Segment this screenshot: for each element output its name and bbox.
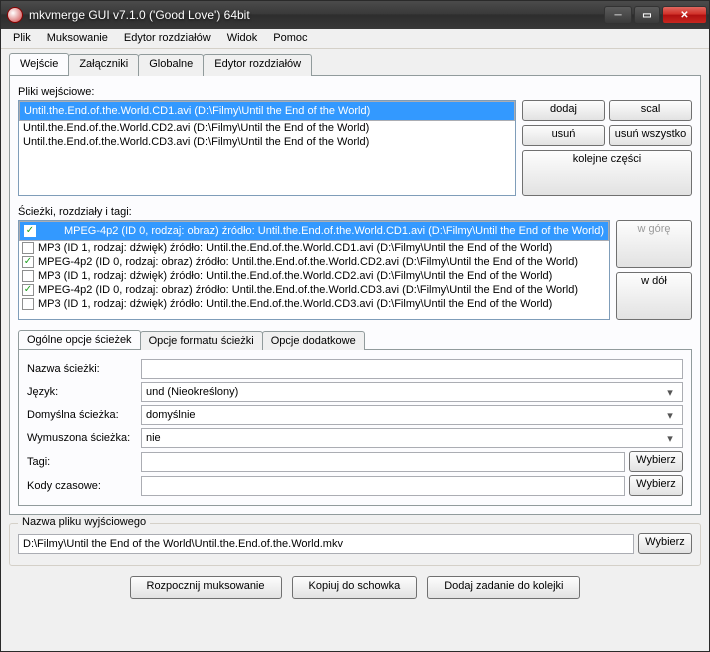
add-to-queue-button[interactable]: Dodaj zadanie do kolejki xyxy=(427,576,580,599)
subtab-extra[interactable]: Opcje dodatkowe xyxy=(262,331,365,350)
output-path-input[interactable] xyxy=(18,534,634,554)
move-down-button[interactable]: w dół xyxy=(616,272,692,320)
track-text: MP3 (ID 1, rodzaj: dźwięk) źródło: Until… xyxy=(38,242,552,254)
move-up-button[interactable]: w górę xyxy=(616,220,692,268)
tab-attachments[interactable]: Załączniki xyxy=(68,54,139,76)
titlebar[interactable]: mkvmerge GUI v7.1.0 ('Good Love') 64bit … xyxy=(1,1,709,29)
input-file-item[interactable]: Until.the.End.of.the.World.CD2.avi (D:\F… xyxy=(19,121,515,135)
menu-muxing[interactable]: Muksowanie xyxy=(39,29,116,48)
track-item[interactable]: MPEG-4p2 (ID 0, rodzaj: obraz) źródło: U… xyxy=(19,283,609,297)
subtab-general[interactable]: Ogólne opcje ścieżek xyxy=(18,330,141,349)
track-text: MPEG-4p2 (ID 0, rodzaj: obraz) źródło: U… xyxy=(64,225,604,237)
output-label: Nazwa pliku wyjściowego xyxy=(18,516,150,528)
forced-track-select[interactable]: nie▾ xyxy=(141,428,683,448)
app-icon xyxy=(7,7,23,23)
menu-file[interactable]: Plik xyxy=(5,29,39,48)
minimize-button[interactable]: ─ xyxy=(604,6,632,24)
tab-global[interactable]: Globalne xyxy=(138,54,204,76)
track-text: MPEG-4p2 (ID 0, rodzaj: obraz) źródło: U… xyxy=(38,284,578,296)
next-parts-button[interactable]: kolejne części xyxy=(522,150,692,196)
track-text: MPEG-4p2 (ID 0, rodzaj: obraz) źródło: U… xyxy=(38,256,578,268)
track-option-tabs: Ogólne opcje ścieżek Opcje formatu ścież… xyxy=(18,330,692,349)
track-checkbox[interactable] xyxy=(22,270,34,282)
menu-view[interactable]: Widok xyxy=(219,29,266,48)
dropdown-icon: ▾ xyxy=(662,409,678,422)
track-checkbox[interactable] xyxy=(22,284,34,296)
menubar: Plik Muksowanie Edytor rozdziałów Widok … xyxy=(1,29,709,49)
track-checkbox[interactable] xyxy=(24,225,36,237)
output-group: Nazwa pliku wyjściowego Wybierz xyxy=(9,523,701,566)
input-file-item[interactable]: Until.the.End.of.the.World.CD3.avi (D:\F… xyxy=(19,135,515,149)
copy-clipboard-button[interactable]: Kopiuj do schowka xyxy=(292,576,418,599)
tracks-list[interactable]: MPEG-4p2 (ID 0, rodzaj: obraz) źródło: U… xyxy=(18,220,610,320)
track-checkbox[interactable] xyxy=(22,242,34,254)
remove-all-button[interactable]: usuń wszystko xyxy=(609,125,692,146)
tags-label: Tagi: xyxy=(27,456,137,468)
bottom-toolbar: Rozpocznij muksowanie Kopiuj do schowka … xyxy=(9,576,701,599)
input-file-item[interactable]: Until.the.End.of.the.World.CD1.avi (D:\F… xyxy=(19,101,515,121)
track-text: MP3 (ID 1, rodzaj: dźwięk) źródło: Until… xyxy=(38,298,552,310)
dropdown-icon: ▾ xyxy=(662,386,678,399)
track-checkbox[interactable] xyxy=(22,298,34,310)
forced-track-label: Wymuszona ścieżka: xyxy=(27,432,137,444)
track-checkbox[interactable] xyxy=(22,256,34,268)
language-select[interactable]: und (Nieokreślony)▾ xyxy=(141,382,683,402)
output-browse-button[interactable]: Wybierz xyxy=(638,533,692,554)
tab-chapter-editor[interactable]: Edytor rozdziałów xyxy=(203,54,312,76)
close-button[interactable]: ✕ xyxy=(662,6,707,24)
tab-input[interactable]: Wejście xyxy=(9,53,69,75)
subtab-format[interactable]: Opcje formatu ścieżki xyxy=(140,331,263,350)
tab-panel-input: Pliki wejściowe: Until.the.End.of.the.Wo… xyxy=(9,75,701,515)
timecodes-input[interactable] xyxy=(141,476,625,496)
menu-chapter-editor[interactable]: Edytor rozdziałów xyxy=(116,29,219,48)
add-button[interactable]: dodaj xyxy=(522,100,605,121)
timecodes-browse-button[interactable]: Wybierz xyxy=(629,475,683,496)
dropdown-icon: ▾ xyxy=(662,432,678,445)
input-files-list[interactable]: Until.the.End.of.the.World.CD1.avi (D:\F… xyxy=(18,100,516,196)
app-window: mkvmerge GUI v7.1.0 ('Good Love') 64bit … xyxy=(0,0,710,652)
remove-button[interactable]: usuń xyxy=(522,125,605,146)
track-item[interactable]: MP3 (ID 1, rodzaj: dźwięk) źródło: Until… xyxy=(19,241,609,255)
maximize-button[interactable]: ▭ xyxy=(634,6,660,24)
track-item[interactable]: MPEG-4p2 (ID 0, rodzaj: obraz) źródło: U… xyxy=(19,255,609,269)
tags-browse-button[interactable]: Wybierz xyxy=(629,451,683,472)
menu-help[interactable]: Pomoc xyxy=(265,29,315,48)
track-item[interactable]: MPEG-4p2 (ID 0, rodzaj: obraz) źródło: U… xyxy=(19,221,609,241)
input-files-label: Pliki wejściowe: xyxy=(18,86,692,98)
track-text: MP3 (ID 1, rodzaj: dźwięk) źródło: Until… xyxy=(38,270,552,282)
track-item[interactable]: MP3 (ID 1, rodzaj: dźwięk) źródło: Until… xyxy=(19,269,609,283)
track-name-label: Nazwa ścieżki: xyxy=(27,363,137,375)
tracks-label: Ścieżki, rozdziały i tagi: xyxy=(18,206,692,218)
tags-input[interactable] xyxy=(141,452,625,472)
track-options-panel: Nazwa ścieżki: Język: und (Nieokreślony)… xyxy=(18,349,692,506)
track-item[interactable]: MP3 (ID 1, rodzaj: dźwięk) źródło: Until… xyxy=(19,297,609,311)
language-label: Język: xyxy=(27,386,137,398)
window-title: mkvmerge GUI v7.1.0 ('Good Love') 64bit xyxy=(29,8,604,22)
main-tabstrip: Wejście Załączniki Globalne Edytor rozdz… xyxy=(9,53,701,75)
default-track-label: Domyślna ścieżka: xyxy=(27,409,137,421)
timecodes-label: Kody czasowe: xyxy=(27,480,137,492)
track-name-input[interactable] xyxy=(141,359,683,379)
default-track-select[interactable]: domyślnie▾ xyxy=(141,405,683,425)
start-muxing-button[interactable]: Rozpocznij muksowanie xyxy=(130,576,282,599)
merge-button[interactable]: scal xyxy=(609,100,692,121)
